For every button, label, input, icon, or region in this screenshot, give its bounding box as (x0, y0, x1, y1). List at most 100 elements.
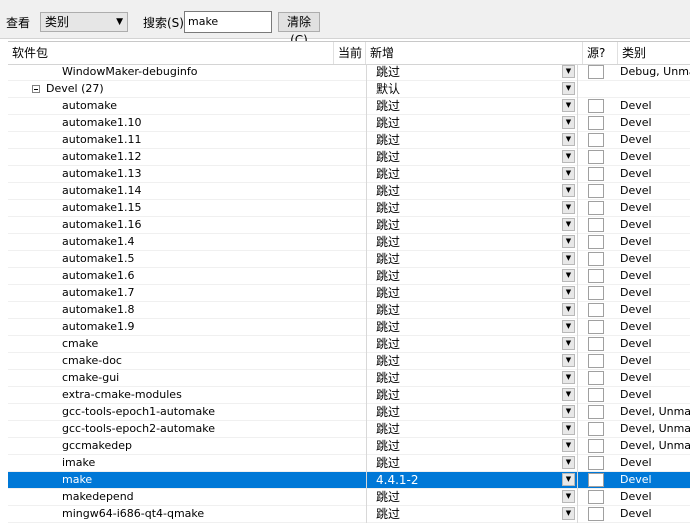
chevron-down-icon[interactable]: ▼ (562, 99, 575, 112)
table-row[interactable]: make 4.4.1-2 ▼ Devel (8, 472, 690, 489)
chevron-down-icon[interactable]: ▼ (562, 303, 575, 316)
new-action-select[interactable]: 跳过 ▼ (366, 404, 578, 421)
source-checkbox[interactable] (588, 320, 604, 334)
category-row[interactable]: Devel (27) 默认 ▼ (8, 81, 690, 98)
source-checkbox[interactable] (588, 201, 604, 215)
new-action-select[interactable]: 跳过 ▼ (366, 387, 578, 404)
source-checkbox[interactable] (588, 252, 604, 266)
table-row[interactable]: automake1.11 跳过 ▼ Devel (8, 132, 690, 149)
new-action-select[interactable]: 跳过 ▼ (366, 200, 578, 217)
source-checkbox[interactable] (588, 269, 604, 283)
new-action-select[interactable]: 跳过 ▼ (366, 149, 578, 166)
chevron-down-icon[interactable]: ▼ (562, 388, 575, 401)
column-header-source[interactable]: 源? (583, 42, 618, 64)
new-action-select[interactable]: 默认 ▼ (366, 81, 578, 98)
new-action-select[interactable]: 跳过 ▼ (366, 98, 578, 115)
source-checkbox[interactable] (588, 337, 604, 351)
source-checkbox[interactable] (588, 439, 604, 453)
source-checkbox[interactable] (588, 116, 604, 130)
table-row[interactable]: automake1.12 跳过 ▼ Devel (8, 149, 690, 166)
source-checkbox[interactable] (588, 354, 604, 368)
table-row[interactable]: gcc-tools-epoch2-automake 跳过 ▼ Devel, Unmai… (8, 421, 690, 438)
source-checkbox[interactable] (588, 473, 604, 487)
table-row[interactable]: cmake-gui 跳过 ▼ Devel (8, 370, 690, 387)
new-action-select[interactable]: 跳过 ▼ (366, 421, 578, 438)
source-checkbox[interactable] (588, 456, 604, 470)
source-checkbox[interactable] (588, 235, 604, 249)
column-header-category[interactable]: 类别 (618, 42, 690, 64)
chevron-down-icon[interactable]: ▼ (562, 150, 575, 163)
new-action-select[interactable]: 跳过 ▼ (366, 234, 578, 251)
clear-button[interactable]: 清除(C) (278, 12, 320, 47)
chevron-down-icon[interactable]: ▼ (562, 167, 575, 180)
chevron-down-icon[interactable]: ▼ (562, 252, 575, 265)
chevron-down-icon[interactable]: ▼ (562, 218, 575, 231)
chevron-down-icon[interactable]: ▼ (562, 473, 575, 486)
new-action-select[interactable]: 跳过 ▼ (366, 455, 578, 472)
new-action-select[interactable]: 跳过 ▼ (366, 251, 578, 268)
table-row[interactable]: automake1.5 跳过 ▼ Devel (8, 251, 690, 268)
table-row[interactable]: automake1.6 跳过 ▼ Devel (8, 268, 690, 285)
chevron-down-icon[interactable]: ▼ (562, 507, 575, 520)
source-checkbox[interactable] (588, 150, 604, 164)
new-action-select[interactable]: 跳过 ▼ (366, 217, 578, 234)
table-row[interactable]: automake1.9 跳过 ▼ Devel (8, 319, 690, 336)
table-row[interactable]: automake 跳过 ▼ Devel (8, 98, 690, 115)
new-action-select[interactable]: 跳过 ▼ (366, 319, 578, 336)
source-checkbox[interactable] (588, 218, 604, 232)
new-action-select[interactable]: 跳过 ▼ (366, 285, 578, 302)
chevron-down-icon[interactable]: ▼ (562, 269, 575, 282)
table-row[interactable]: automake1.7 跳过 ▼ Devel (8, 285, 690, 302)
chevron-down-icon[interactable]: ▼ (562, 235, 575, 248)
new-action-select[interactable]: 跳过 ▼ (366, 115, 578, 132)
chevron-down-icon[interactable]: ▼ (562, 422, 575, 435)
new-action-select[interactable]: 跳过 ▼ (366, 506, 578, 523)
source-checkbox[interactable] (588, 184, 604, 198)
source-checkbox[interactable] (588, 286, 604, 300)
source-checkbox[interactable] (588, 99, 604, 113)
new-action-select[interactable]: 跳过 ▼ (366, 64, 578, 81)
table-row[interactable]: mingw64-i686-qt4-qmake 跳过 ▼ Devel (8, 506, 690, 523)
new-action-select[interactable]: 跳过 ▼ (366, 353, 578, 370)
view-select[interactable]: 类别 ▼ (40, 12, 128, 32)
table-row[interactable]: makedepend 跳过 ▼ Devel (8, 489, 690, 506)
table-row[interactable]: imake 跳过 ▼ Devel (8, 455, 690, 472)
chevron-down-icon[interactable]: ▼ (562, 490, 575, 503)
chevron-down-icon[interactable]: ▼ (562, 286, 575, 299)
source-checkbox[interactable] (588, 65, 604, 79)
table-row[interactable]: automake1.10 跳过 ▼ Devel (8, 115, 690, 132)
table-row[interactable]: gcc-tools-epoch1-automake 跳过 ▼ Devel, Unmai… (8, 404, 690, 421)
source-checkbox[interactable] (588, 388, 604, 402)
source-checkbox[interactable] (588, 507, 604, 521)
chevron-down-icon[interactable]: ▼ (562, 371, 575, 384)
source-checkbox[interactable] (588, 422, 604, 436)
table-row[interactable]: automake1.15 跳过 ▼ Devel (8, 200, 690, 217)
chevron-down-icon[interactable]: ▼ (562, 405, 575, 418)
chevron-down-icon[interactable]: ▼ (562, 337, 575, 350)
chevron-down-icon[interactable]: ▼ (562, 82, 575, 95)
search-input[interactable]: make (184, 11, 272, 33)
table-row[interactable]: extra-cmake-modules 跳过 ▼ Devel (8, 387, 690, 404)
source-checkbox[interactable] (588, 133, 604, 147)
table-row[interactable]: automake1.4 跳过 ▼ Devel (8, 234, 690, 251)
column-header-current[interactable]: 当前 (334, 42, 366, 64)
chevron-down-icon[interactable]: ▼ (562, 439, 575, 452)
table-row[interactable]: automake1.13 跳过 ▼ Devel (8, 166, 690, 183)
new-action-select[interactable]: 跳过 ▼ (366, 132, 578, 149)
chevron-down-icon[interactable]: ▼ (562, 184, 575, 197)
new-action-select[interactable]: 跳过 ▼ (366, 166, 578, 183)
source-checkbox[interactable] (588, 405, 604, 419)
source-checkbox[interactable] (588, 490, 604, 504)
source-checkbox[interactable] (588, 303, 604, 317)
table-row[interactable]: automake1.16 跳过 ▼ Devel (8, 217, 690, 234)
new-action-select[interactable]: 跳过 ▼ (366, 489, 578, 506)
table-row[interactable]: WindowMaker-debuginfo 跳过 ▼ Debug, Unmain (8, 64, 690, 81)
new-action-select[interactable]: 跳过 ▼ (366, 438, 578, 455)
new-action-select[interactable]: 4.4.1-2 ▼ (366, 472, 578, 489)
new-action-select[interactable]: 跳过 ▼ (366, 183, 578, 200)
new-action-select[interactable]: 跳过 ▼ (366, 302, 578, 319)
new-action-select[interactable]: 跳过 ▼ (366, 268, 578, 285)
table-row[interactable]: cmake-doc 跳过 ▼ Devel (8, 353, 690, 370)
chevron-down-icon[interactable]: ▼ (562, 201, 575, 214)
table-row[interactable]: gccmakedep 跳过 ▼ Devel, Unmain (8, 438, 690, 455)
